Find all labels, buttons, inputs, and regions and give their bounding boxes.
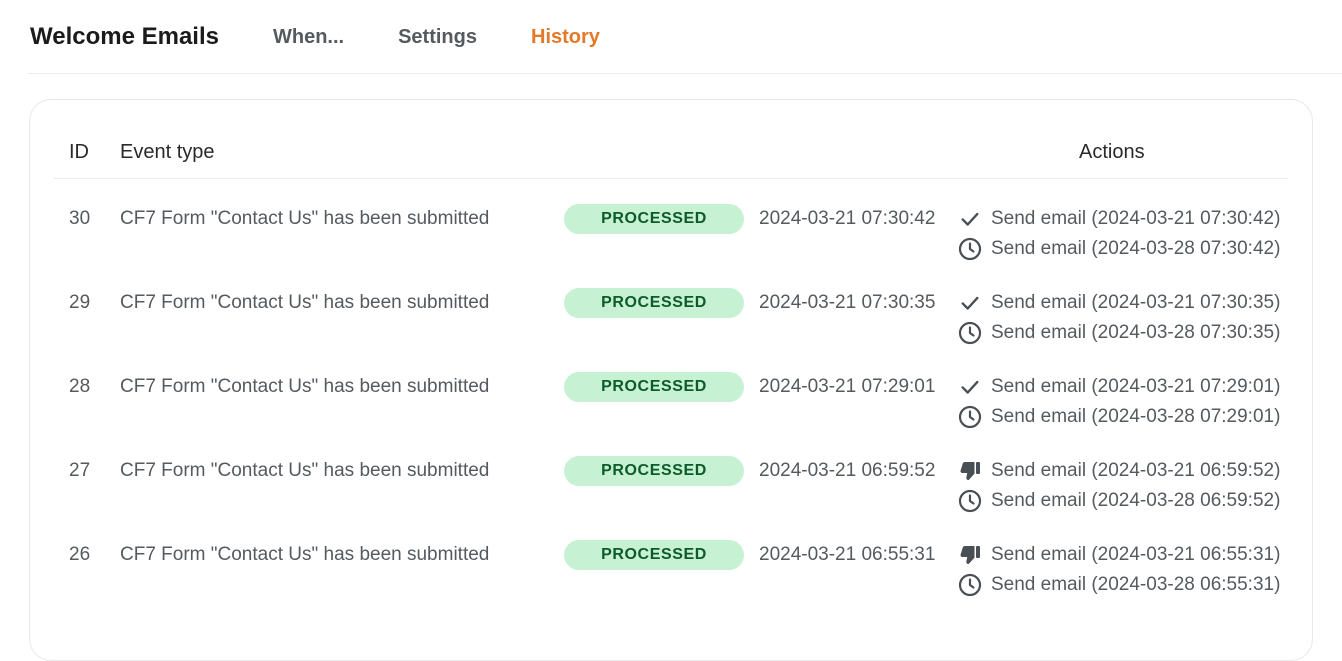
row-id: 30: [69, 208, 91, 229]
action-label: Send email (2024-03-28 07:30:35): [991, 322, 1281, 343]
tab-settings[interactable]: Settings: [398, 26, 477, 49]
action-label: Send email (2024-03-21 07:30:42): [991, 208, 1281, 229]
action-item: Send email (2024-03-28 07:30:42): [958, 236, 1280, 262]
action-label: Send email (2024-03-28 07:29:01): [991, 406, 1281, 427]
table-row: 28 CF7 Form "Contact Us" has been submitt…: [0, 369, 1342, 453]
action-item: Send email (2024-03-28 07:30:35): [958, 320, 1280, 346]
row-timestamp: 2024-03-21 07:30:35: [759, 292, 936, 313]
tab-history[interactable]: History: [531, 26, 600, 49]
header-divider: [28, 73, 1342, 74]
row-event-type: CF7 Form "Contact Us" has been submitted: [120, 460, 490, 481]
tab-when[interactable]: When...: [273, 26, 344, 49]
row-timestamp: 2024-03-21 06:55:31: [759, 544, 936, 565]
row-timestamp: 2024-03-21 07:29:01: [759, 376, 936, 397]
action-item: Send email (2024-03-21 07:30:42): [958, 206, 1280, 232]
table-row: 27 CF7 Form "Contact Us" has been submitt…: [0, 453, 1342, 537]
row-id: 29: [69, 292, 91, 313]
status-badge: PROCESSED: [564, 540, 744, 570]
thumbs-down-icon: [958, 543, 982, 567]
action-item: Send email (2024-03-28 06:55:31): [958, 572, 1280, 598]
status-badge: PROCESSED: [564, 456, 744, 486]
action-label: Send email (2024-03-21 06:55:31): [991, 544, 1281, 565]
column-header-actions: Actions: [1079, 141, 1145, 163]
clock-icon: [958, 405, 982, 429]
clock-icon: [958, 321, 982, 345]
table-row: 26 CF7 Form "Contact Us" has been submitt…: [0, 537, 1342, 621]
action-item: Send email (2024-03-28 07:29:01): [958, 404, 1280, 430]
row-timestamp: 2024-03-21 07:30:42: [759, 208, 936, 229]
row-timestamp: 2024-03-21 06:59:52: [759, 460, 936, 481]
action-label: Send email (2024-03-28 07:30:42): [991, 238, 1281, 259]
action-label: Send email (2024-03-21 07:30:35): [991, 292, 1281, 313]
thumbs-down-icon: [958, 459, 982, 483]
column-header-id: ID: [69, 141, 89, 163]
table-row: 29 CF7 Form "Contact Us" has been submitt…: [0, 285, 1342, 369]
page-header: Welcome Emails When... Settings History: [30, 20, 654, 54]
status-badge: PROCESSED: [564, 372, 744, 402]
check-icon: [958, 291, 982, 315]
check-icon: [958, 375, 982, 399]
action-item: Send email (2024-03-21 06:55:31): [958, 542, 1280, 568]
action-item: Send email (2024-03-21 07:29:01): [958, 374, 1280, 400]
page-title: Welcome Emails: [30, 23, 219, 50]
action-label: Send email (2024-03-21 07:29:01): [991, 376, 1281, 397]
table-row: 30 CF7 Form "Contact Us" has been submitt…: [0, 201, 1342, 285]
clock-icon: [958, 237, 982, 261]
row-id: 27: [69, 460, 91, 481]
clock-icon: [958, 573, 982, 597]
row-event-type: CF7 Form "Contact Us" has been submitted: [120, 544, 490, 565]
row-id: 28: [69, 376, 91, 397]
row-event-type: CF7 Form "Contact Us" has been submitted: [120, 376, 490, 397]
row-event-type: CF7 Form "Contact Us" has been submitted: [120, 292, 490, 313]
row-event-type: CF7 Form "Contact Us" has been submitted: [120, 208, 490, 229]
check-icon: [958, 207, 982, 231]
row-id: 26: [69, 544, 91, 565]
action-label: Send email (2024-03-28 06:59:52): [991, 490, 1281, 511]
action-item: Send email (2024-03-28 06:59:52): [958, 488, 1280, 514]
column-header-event-type: Event type: [120, 141, 215, 163]
status-badge: PROCESSED: [564, 288, 744, 318]
action-item: Send email (2024-03-21 06:59:52): [958, 458, 1280, 484]
action-item: Send email (2024-03-21 07:30:35): [958, 290, 1280, 316]
clock-icon: [958, 489, 982, 513]
action-label: Send email (2024-03-28 06:55:31): [991, 574, 1281, 595]
action-label: Send email (2024-03-21 06:59:52): [991, 460, 1281, 481]
status-badge: PROCESSED: [564, 204, 744, 234]
table-header-divider: [54, 178, 1288, 179]
